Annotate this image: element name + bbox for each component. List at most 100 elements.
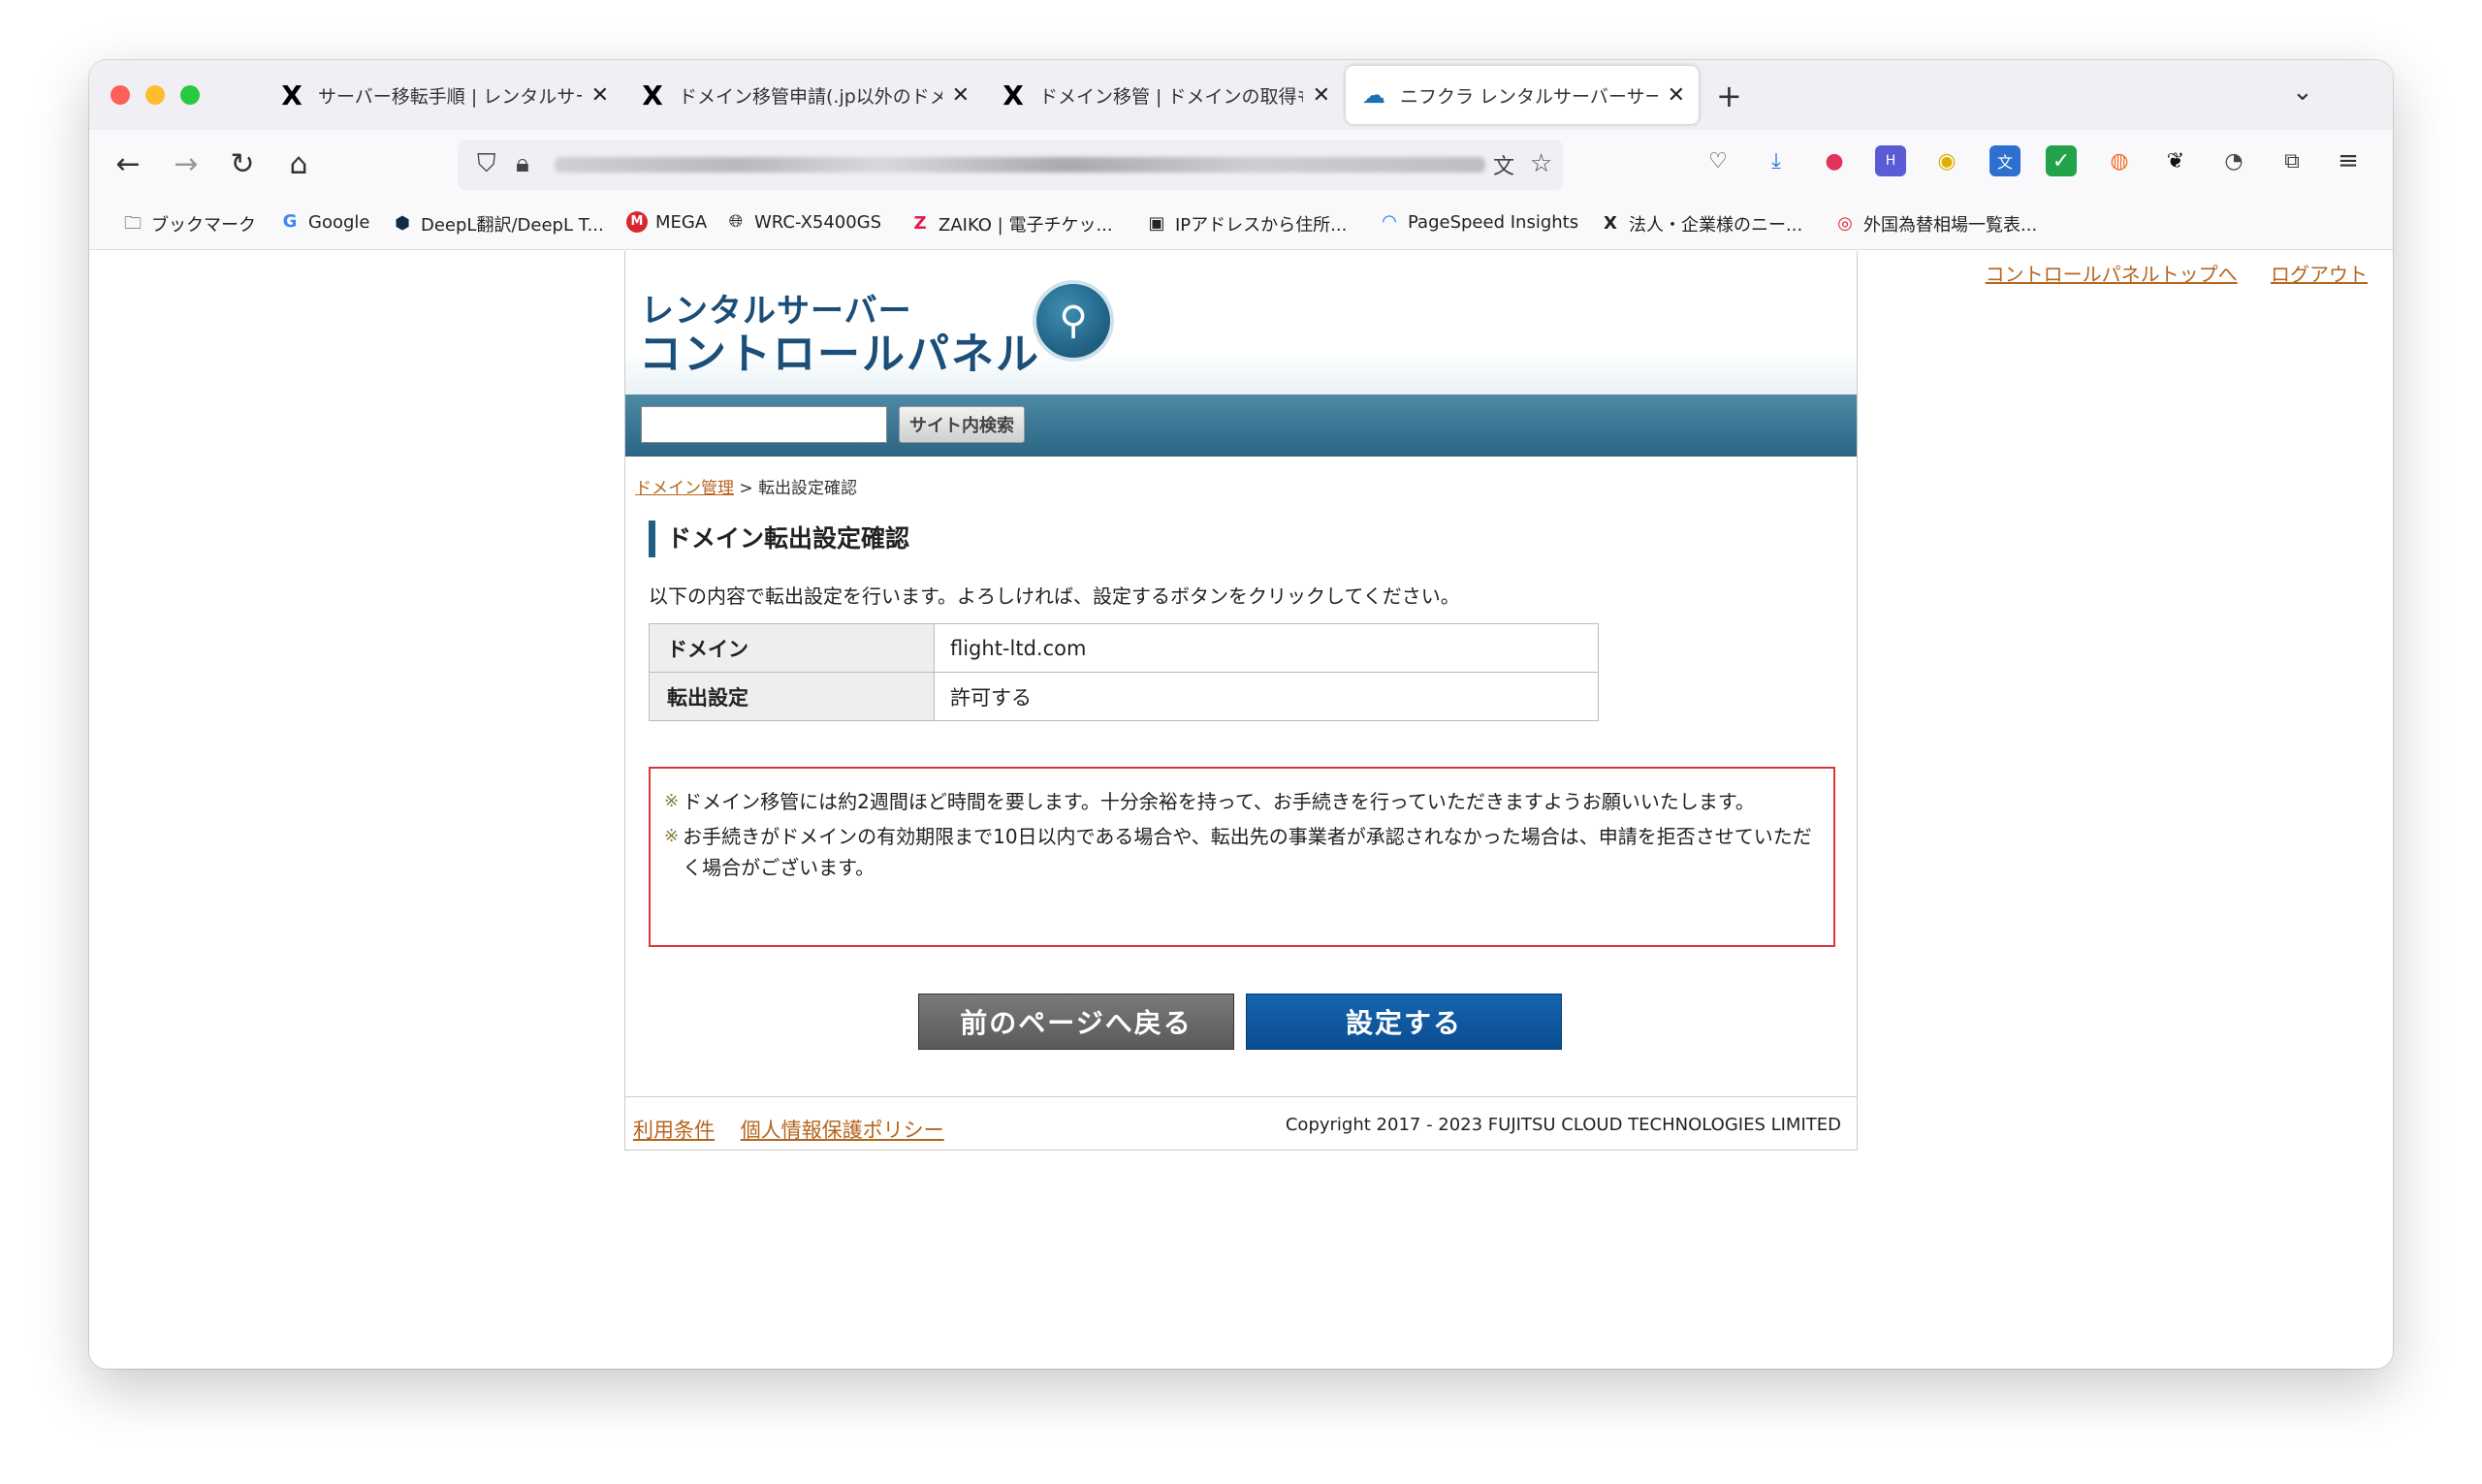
table-row: ドメイン flight-ltd.com [649, 623, 1599, 673]
x-logo-icon: X [642, 79, 663, 111]
bookmark-forex[interactable]: ◎ 外国為替相場一覧表... [1834, 211, 2037, 237]
folder-icon: 🗀 [124, 213, 142, 234]
nav-toolbar: ← → ↻ ⌂ ⛉ 🔒︎ 文 ☆ ♡ ⤓ ● H ◉ 文 ✓ ◍ ❦ ◔ ⧉ ≡ [89, 130, 2393, 200]
download-icon[interactable]: ⤓ [1761, 145, 1792, 176]
bookmark-label: ブックマーク [151, 215, 256, 236]
zoom-window-button[interactable] [180, 85, 200, 105]
bookmark-label: 外国為替相場一覧表... [1863, 215, 2038, 236]
row-label-transfer-setting: 転出設定 [649, 672, 935, 721]
duckduckgo-icon[interactable]: ◍ [2104, 145, 2135, 176]
menu-hamburger-icon[interactable]: ≡ [2333, 145, 2364, 176]
bookmark-ip[interactable]: ▣ IPアドレスから住所... [1146, 211, 1347, 237]
intro-text: 以下の内容で転出設定を行います。よろしければ、設定するボタンをクリックしてくださ… [649, 584, 1460, 608]
tab-title: ドメイン移管申請(.jp以外のドメ… [679, 85, 942, 108]
tab-title: ドメイン移管 | ドメインの取得も… [1039, 85, 1303, 108]
extension-yellow-icon[interactable]: ◉ [1931, 145, 1962, 176]
reload-icon[interactable]: ↻ [223, 147, 262, 181]
bookmark-wrc[interactable]: 🌐︎ WRC-X5400GS [725, 211, 881, 233]
tab-3[interactable]: X ドメイン移管 | ドメインの取得も… ✕ [985, 66, 1344, 124]
tab-2[interactable]: X ドメイン移管申請(.jp以外のドメ… ✕ [624, 66, 983, 124]
mufg-icon: ◎ [1837, 213, 1853, 234]
close-icon[interactable]: ✕ [591, 83, 609, 108]
close-icon[interactable]: ✕ [1668, 83, 1685, 108]
row-value-transfer-setting: 許可する [934, 672, 1599, 721]
bookmark-zaiko[interactable]: Z ZAIKO | 電子チケッ... [909, 211, 1112, 237]
extension-h-icon[interactable]: H [1875, 145, 1906, 176]
submit-setting-button[interactable]: 設定する [1246, 994, 1562, 1050]
bookmark-label: MEGA [655, 211, 708, 233]
close-icon[interactable]: ✕ [1313, 83, 1330, 108]
pagespeed-icon: ◠ [1382, 211, 1397, 232]
translate-ext-icon[interactable]: 文 [1989, 145, 2021, 176]
bookmark-label: PageSpeed Insights [1408, 211, 1579, 233]
zaiko-icon: Z [913, 213, 927, 234]
close-icon[interactable]: ✕ [952, 83, 970, 108]
bookmark-folder[interactable]: 🗀 ブックマーク [122, 211, 256, 237]
logo-header: レンタルサーバー コントロールパネル ⚲ [625, 251, 1857, 395]
logout-link[interactable]: ログアウト [2271, 263, 2368, 286]
site-search-input[interactable] [641, 406, 887, 443]
google-icon: G [282, 211, 298, 232]
translate-icon[interactable]: 文 [1493, 149, 1514, 180]
control-panel-top-link[interactable]: コントロールパネルトップへ [1986, 263, 2238, 286]
tab-title: ニフクラ レンタルサーバーサービ… [1400, 85, 1658, 108]
bookmark-label: Google [308, 211, 370, 233]
star-icon[interactable]: ☆ [1530, 149, 1552, 178]
bookmark-label: IPアドレスから住所... [1175, 215, 1348, 236]
x-logo-icon: X [1604, 213, 1617, 234]
deepl-icon: ⬢ [395, 213, 410, 234]
note-mark: ※ [664, 791, 680, 811]
close-window-button[interactable] [111, 85, 130, 105]
page-content: コントロールパネルトップへ ログアウト レンタルサーバー コントロールパネル ⚲… [89, 251, 2393, 1369]
copyright-text: Copyright 2017 - 2023 FUJITSU CLOUD TECH… [1285, 1115, 1841, 1135]
new-tab-button[interactable]: + [1716, 78, 1742, 114]
bookmarks-bar: 🗀 ブックマーク G Google ⬢ DeepL翻訳/DeepL T... M MEG… [89, 200, 2393, 250]
logo-text-line2: コントロールパネル [639, 330, 1040, 379]
notice-text: ドメイン移管には約2週間ほど時間を要します。十分余裕を持って、お手続きを行ってい… [683, 790, 1755, 813]
page-title: ドメイン転出設定確認 [649, 521, 909, 557]
x-logo-icon: X [1002, 79, 1024, 111]
browser-window: X サーバー移転手順 | レンタルサー… ✕ X ドメイン移管申請(.jp以外の… [89, 60, 2393, 1369]
extension-pink-icon[interactable]: ● [1819, 145, 1850, 176]
search-bar: サイト内検索 [625, 395, 1857, 457]
tab-4-active[interactable]: ☁ ニフクラ レンタルサーバーサービ… ✕ [1346, 66, 1699, 124]
url-text-blurred[interactable] [555, 157, 1485, 173]
x-logo-icon: X [281, 79, 302, 111]
row-value-domain: flight-ltd.com [934, 623, 1599, 673]
timer-icon[interactable]: ◔ [2218, 145, 2249, 176]
tab-list-chevron-icon[interactable]: ⌄ [2292, 78, 2313, 107]
bookmark-x[interactable]: X 法人・企業様のニー... [1600, 211, 1802, 237]
bookmark-label: DeepL翻訳/DeepL T... [421, 215, 604, 236]
url-bar[interactable]: ⛉ 🔒︎ 文 ☆ [458, 140, 1563, 190]
pocket-icon[interactable]: ♡ [1702, 145, 1734, 176]
back-arrow-icon[interactable]: ← [109, 147, 147, 181]
privacy-policy-link[interactable]: 個人情報保護ポリシー [741, 1119, 944, 1142]
minimize-window-button[interactable] [145, 85, 165, 105]
wrench-logo-icon: ⚲ [1033, 280, 1114, 362]
table-row: 転出設定 許可する [649, 672, 1599, 721]
extensions-puzzle-icon[interactable]: ⧉ [2276, 145, 2307, 176]
footer: 利用条件 個人情報保護ポリシー Copyright 2017 - 2023 FU… [625, 1096, 1857, 1151]
terms-link[interactable]: 利用条件 [633, 1119, 715, 1142]
bookmark-pagespeed[interactable]: ◠ PageSpeed Insights [1379, 211, 1578, 233]
back-button[interactable]: 前のページへ戻る [918, 994, 1234, 1050]
tab-1[interactable]: X サーバー移転手順 | レンタルサー… ✕ [264, 66, 622, 124]
lock-icon[interactable]: 🔒︎ [516, 149, 529, 179]
top-links: コントロールパネルトップへ ログアウト [1958, 259, 2368, 287]
bookmark-deepl[interactable]: ⬢ DeepL翻訳/DeepL T... [392, 211, 604, 237]
site-search-button[interactable]: サイト内検索 [899, 406, 1025, 443]
notice-item: ※ お手続きがドメインの有効期限まで10日以内である場合や、転出先の事業者が承認… [664, 821, 1812, 883]
breadcrumb-domain-management-link[interactable]: ドメイン管理 [635, 479, 734, 498]
breadcrumb: ドメイン管理 > 転出設定確認 [635, 474, 857, 498]
forward-arrow-icon[interactable]: → [167, 147, 206, 181]
bookmark-mega[interactable]: M MEGA [626, 211, 707, 233]
globe-icon: 🌐︎ [728, 211, 744, 232]
breadcrumb-current: 転出設定確認 [758, 479, 858, 498]
home-icon[interactable]: ⌂ [279, 147, 318, 181]
extension-black-icon[interactable]: ❦ [2160, 145, 2191, 176]
shield-icon[interactable]: ⛉ [477, 149, 496, 179]
bookmark-label: 法人・企業様のニー... [1629, 215, 1803, 236]
confirmation-table: ドメイン flight-ltd.com 転出設定 許可する [649, 623, 1599, 721]
bookmark-google[interactable]: G Google [279, 211, 370, 233]
checkmark-ext-icon[interactable]: ✓ [2046, 145, 2077, 176]
